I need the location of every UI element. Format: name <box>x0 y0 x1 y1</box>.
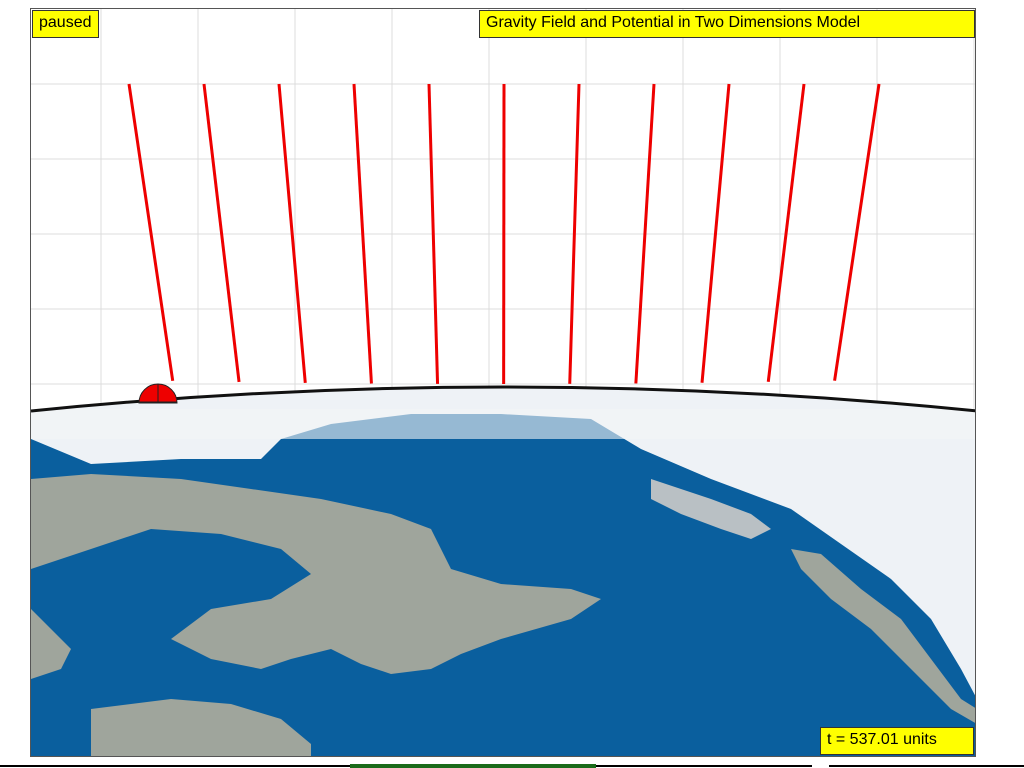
field-vector <box>202 83 241 383</box>
field-vector <box>700 83 731 383</box>
ice-shelf <box>31 409 975 439</box>
page-title: Gravity Field and Potential in Two Dimen… <box>479 10 975 38</box>
field-vector <box>127 83 175 382</box>
field-vector <box>277 83 307 383</box>
progress-bar[interactable] <box>350 764 596 768</box>
simulation-canvas[interactable] <box>31 9 976 757</box>
status-label: paused <box>32 10 99 38</box>
field-vector <box>766 83 806 383</box>
simulation-panel[interactable]: paused Gravity Field and Potential in Tw… <box>30 8 976 757</box>
field-vector <box>833 83 881 381</box>
time-readout: t = 537.01 units <box>820 727 974 755</box>
bottom-bar-right <box>829 765 1024 767</box>
earth-surface <box>31 387 975 756</box>
